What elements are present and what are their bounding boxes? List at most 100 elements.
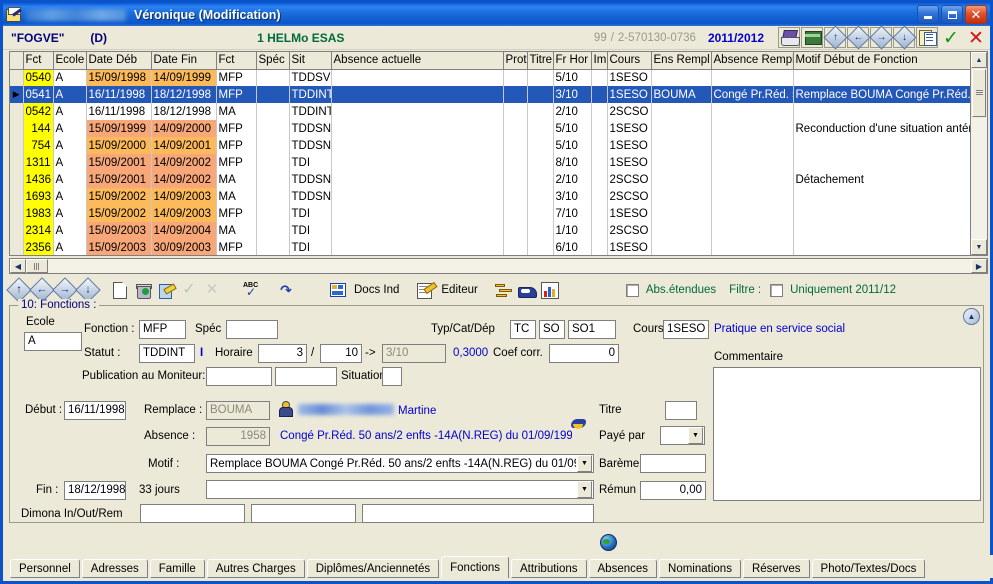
cell-ecole[interactable]: A [53, 171, 87, 188]
cell-im[interactable] [591, 171, 608, 188]
cell-fr_hor[interactable]: 3/10 [553, 188, 592, 205]
cell-spec[interactable] [256, 205, 290, 222]
functions-grid[interactable]: Fct Ecole Date Déb Date Fin Fct Spéc Sit Absenc… [9, 51, 988, 256]
editeur-label[interactable]: Editeur [441, 284, 477, 296]
cell-date_deb[interactable]: 16/11/1998 [86, 86, 152, 103]
maximize-button[interactable] [941, 5, 963, 24]
cell-im[interactable] [591, 103, 608, 120]
publication-field-1[interactable] [206, 367, 272, 386]
nav-previous-button[interactable]: ← [29, 277, 55, 303]
column-header-cours[interactable]: Cours [607, 52, 652, 70]
cell-im[interactable] [591, 137, 608, 154]
cell-titre[interactable] [527, 69, 554, 86]
cell-absence_actuelle[interactable] [331, 103, 504, 120]
cell-im[interactable] [591, 222, 608, 239]
nav-next-button-2[interactable]: → [52, 277, 78, 303]
table-row[interactable]: 0540 A 15/09/1998 14/09/1999 MFP TDDSV 5/10 1SE… [10, 69, 970, 86]
table-row[interactable]: 1436A15/09/200114/09/2002MA TDDSNV 2/10 2SC… [10, 171, 970, 188]
table-row[interactable]: 1983 A 15/09/2002 14/09/2003 MFP TDI 7/10 1SESO [10, 205, 970, 222]
cell-fct_num[interactable]: 144 [23, 120, 54, 137]
row-marker[interactable] [10, 154, 24, 171]
cell-sit[interactable]: TDDINT [289, 86, 332, 103]
cell-ens_rempl[interactable] [651, 69, 712, 86]
chart-button[interactable] [540, 280, 560, 300]
fin-field[interactable]: 18/12/1998 [64, 481, 126, 500]
cell-prot[interactable] [503, 86, 528, 103]
lines-button[interactable] [494, 280, 514, 300]
motif2-select[interactable]: ▼ [206, 480, 594, 499]
cell-absence_rempl[interactable] [711, 222, 794, 239]
cell-fct_num[interactable]: 0540 [23, 69, 54, 86]
scroll-thumb[interactable] [972, 69, 986, 117]
cell-titre[interactable] [527, 137, 554, 154]
cell-fr_hor[interactable]: 7/10 [553, 205, 592, 222]
column-header-motif_debut[interactable]: Motif Début de Fonction [793, 52, 970, 70]
refresh-button[interactable]: ↷ [276, 280, 296, 300]
column-header-date_fin[interactable]: Date Fin [151, 52, 217, 70]
cell-prot[interactable] [503, 222, 528, 239]
row-marker[interactable] [10, 239, 24, 255]
cell-prot[interactable] [503, 120, 528, 137]
cell-prot[interactable] [503, 205, 528, 222]
cell-date_deb[interactable]: 15/09/2001 [86, 171, 152, 188]
grid-vertical-scrollbar[interactable]: ▲ ▼ [970, 52, 987, 255]
shoe-button[interactable] [517, 280, 538, 300]
cell-ens_rempl[interactable] [651, 239, 712, 255]
row-marker[interactable] [10, 171, 24, 188]
cell-fct[interactable]: MFP [216, 205, 257, 222]
cell-cours[interactable]: 2SCSO [607, 103, 652, 120]
tab-autres-charges[interactable]: Autres Charges [206, 559, 305, 578]
cell-date_deb[interactable]: 15/09/1999 [86, 120, 152, 137]
dimona-field-1[interactable] [140, 504, 245, 523]
cell-ens_rempl[interactable] [651, 222, 712, 239]
cell-titre[interactable] [527, 86, 554, 103]
cell-cours[interactable]: 2SCSO [607, 171, 652, 188]
nav-up-button[interactable]: ↑ [822, 25, 848, 50]
cell-absence_actuelle[interactable] [331, 86, 504, 103]
spellcheck-button[interactable]: ABC ✓ [242, 280, 262, 300]
chevron-down-icon-2[interactable]: ▼ [577, 455, 592, 472]
cell-motif_debut[interactable] [793, 205, 970, 222]
hscroll-left-button[interactable]: ◀ [10, 259, 26, 273]
table-row[interactable]: ▶ 0541 A 16/11/1998 18/12/1998 MFP TDDINT 3/10 1… [10, 86, 970, 103]
cell-sit[interactable]: TDI [289, 205, 332, 222]
cell-absence_rempl[interactable] [711, 171, 794, 188]
cell-absence_rempl[interactable]: Congé Pr.Réd. 50 [711, 86, 794, 103]
cell-ecole[interactable]: A [53, 239, 87, 255]
statut-field[interactable]: TDDINT [139, 344, 195, 363]
cell-im[interactable] [591, 69, 608, 86]
commentaire-field[interactable] [713, 367, 981, 501]
cell-sit[interactable]: TDI [289, 154, 332, 171]
table-row[interactable]: 754A15/09/200014/09/2001MFP TDDSNV 5/10 1SE… [10, 137, 970, 154]
minimize-button[interactable] [917, 5, 939, 24]
abs-etendues-checkbox[interactable] [625, 283, 639, 297]
cell-fct[interactable]: MFP [216, 154, 257, 171]
bareme-field[interactable] [640, 454, 706, 473]
tab-famille[interactable]: Famille [149, 559, 205, 578]
hscroll-right-button[interactable]: ▶ [971, 259, 987, 273]
table-row[interactable]: 2314 A 15/09/2003 14/09/2004 MA TDI 1/10 2SCSO [10, 222, 970, 239]
situation-field[interactable] [382, 367, 402, 386]
cell-spec[interactable] [256, 103, 290, 120]
bird-icon[interactable] [570, 416, 587, 431]
cell-cours[interactable]: 1SESO [607, 137, 652, 154]
dep-field[interactable]: SO1 [568, 320, 616, 339]
cell-ens_rempl[interactable] [651, 205, 712, 222]
remun-field[interactable]: 0,00 [640, 481, 706, 500]
tab-dipl-mes-anciennet-s[interactable]: Diplômes/Anciennetés [306, 559, 440, 578]
cell-spec[interactable] [256, 137, 290, 154]
cell-prot[interactable] [503, 239, 528, 255]
cell-absence_rempl[interactable] [711, 120, 794, 137]
cell-date_deb[interactable]: 15/09/2000 [86, 137, 152, 154]
cell-motif_debut[interactable] [793, 239, 970, 255]
tab-attributions[interactable]: Attributions [510, 559, 587, 578]
cell-ecole[interactable]: A [53, 69, 87, 86]
cell-spec[interactable] [256, 86, 290, 103]
cell-motif_debut[interactable] [793, 154, 970, 171]
cell-fr_hor[interactable]: 2/10 [553, 171, 592, 188]
cell-im[interactable] [591, 205, 608, 222]
cell-ecole[interactable]: A [53, 137, 87, 154]
coef-corr-field[interactable]: 0 [549, 344, 619, 363]
cell-titre[interactable] [527, 205, 554, 222]
cell-motif_debut[interactable]: Détachement [793, 171, 970, 188]
